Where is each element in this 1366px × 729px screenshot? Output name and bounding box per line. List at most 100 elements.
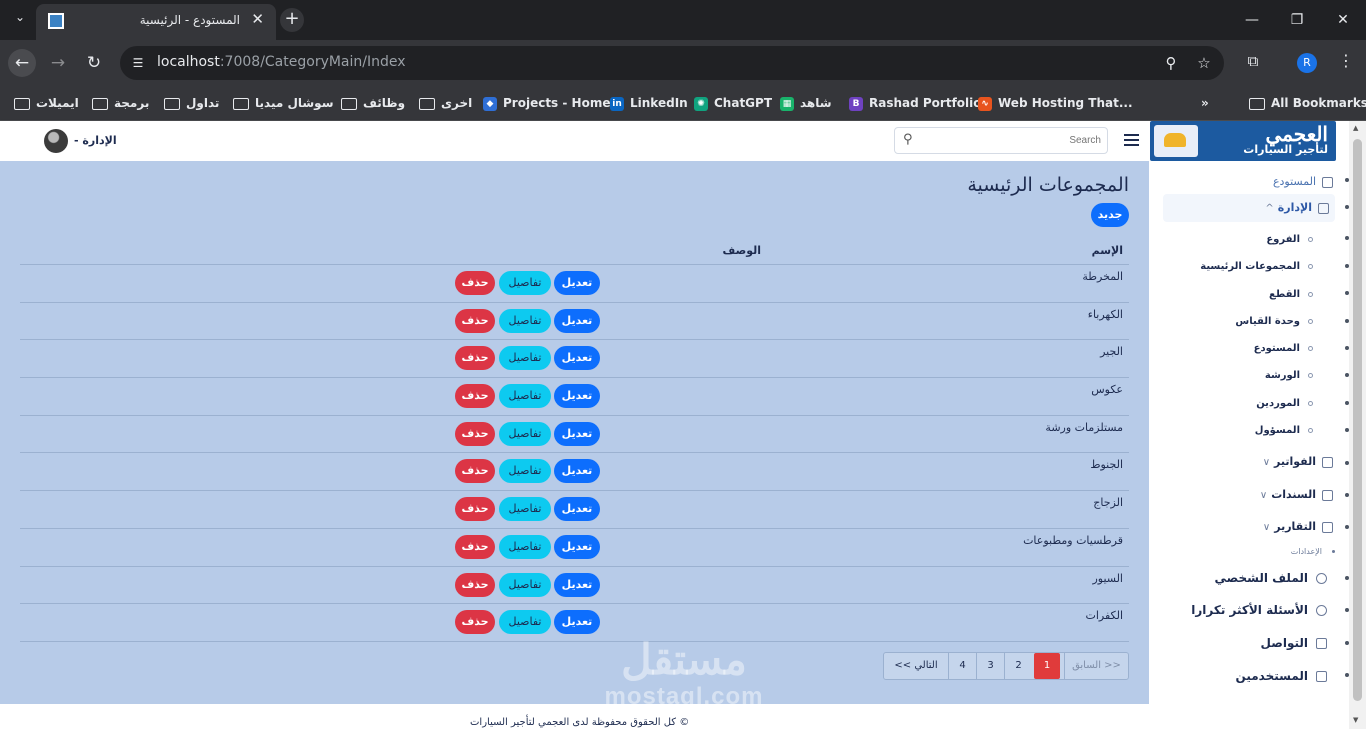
- bookmark-folder[interactable]: اخرى: [419, 92, 472, 114]
- bookmark-folder[interactable]: ايميلات: [14, 92, 79, 114]
- new-tab-button[interactable]: +: [280, 8, 304, 32]
- edit-button[interactable]: تعديل: [554, 572, 600, 597]
- bookmark-link[interactable]: ▦ شاهد: [780, 92, 832, 114]
- categories-table: الإسم الوصف المخرطة تعديل تفاصيل حذف الكهربا…: [20, 239, 1129, 642]
- details-button[interactable]: تفاصيل: [499, 271, 551, 295]
- forward-button[interactable]: →: [44, 49, 72, 77]
- delete-button[interactable]: حذف: [455, 497, 495, 522]
- url-text[interactable]: localhost:7008/CategoryMain/Index: [157, 54, 406, 70]
- close-window-button[interactable]: ✕: [1331, 8, 1355, 32]
- pagination-page-2[interactable]: 2: [1004, 653, 1032, 679]
- tab-search-chevron-icon[interactable]: ⌄: [8, 10, 32, 30]
- details-button[interactable]: تفاصيل: [499, 497, 551, 522]
- sidebar-item-reports[interactable]: التقارير∨: [1263, 516, 1333, 538]
- bookmarks-overflow-icon[interactable]: »: [1201, 92, 1209, 114]
- delete-button[interactable]: حذف: [455, 308, 495, 333]
- sidebar-subitem-responsible[interactable]: المسؤول: [1255, 421, 1313, 441]
- edit-button[interactable]: تعديل: [554, 421, 600, 446]
- sidebar-subitem-main-groups[interactable]: المجموعات الرئيسية: [1200, 257, 1313, 277]
- bookmark-link[interactable]: ✺ ChatGPT: [694, 92, 772, 114]
- reload-button[interactable]: ↻: [80, 49, 108, 77]
- sidebar-item-profile[interactable]: الملف الشخصي: [1215, 566, 1327, 590]
- details-button[interactable]: تفاصيل: [499, 384, 551, 409]
- back-button[interactable]: ←: [8, 49, 36, 77]
- scrollbar-thumb[interactable]: [1353, 139, 1362, 701]
- edit-button[interactable]: تعديل: [554, 308, 600, 333]
- sidebar-item-warehouse-top[interactable]: المستودع: [1273, 171, 1333, 193]
- close-tab-icon[interactable]: ✕: [251, 10, 264, 28]
- pagination-prev[interactable]: << السابق: [1064, 653, 1128, 679]
- details-button[interactable]: تفاصيل: [499, 534, 551, 559]
- document-icon: [1322, 456, 1333, 468]
- address-bar[interactable]: ☰ localhost:7008/CategoryMain/Index ⚲ ☆: [120, 46, 1224, 80]
- details-button[interactable]: تفاصيل: [499, 459, 551, 484]
- edit-button[interactable]: تعديل: [554, 497, 600, 522]
- scroll-down-arrow-icon[interactable]: ▼: [1353, 716, 1358, 724]
- category-name: الجنوط: [1090, 458, 1123, 472]
- pagination-page-3[interactable]: 3: [976, 653, 1004, 679]
- browser-menu-icon[interactable]: ⋮: [1336, 51, 1356, 73]
- pagination-page-4[interactable]: 4: [948, 653, 976, 679]
- delete-button[interactable]: حذف: [455, 572, 495, 597]
- bookmark-star-icon[interactable]: ☆: [1194, 53, 1214, 73]
- folder-icon: [233, 97, 249, 110]
- profile-avatar[interactable]: R: [1297, 53, 1317, 73]
- details-button[interactable]: تفاصيل: [499, 308, 551, 333]
- search-input[interactable]: [923, 131, 1101, 150]
- sidebar-subitem-parts[interactable]: القطع: [1269, 285, 1313, 305]
- sidebar-subitem-suppliers[interactable]: الموردين: [1256, 394, 1313, 414]
- sidebar-subitem-branches[interactable]: الفروع: [1266, 230, 1313, 250]
- delete-button[interactable]: حذف: [455, 346, 495, 371]
- edit-button[interactable]: تعديل: [554, 346, 600, 371]
- bookmark-link[interactable]: ◆ Projects - Home: [483, 92, 610, 114]
- details-button[interactable]: تفاصيل: [499, 610, 551, 635]
- edit-button[interactable]: تعديل: [554, 459, 600, 484]
- minimize-button[interactable]: —: [1240, 8, 1264, 32]
- sidebar-item-faq[interactable]: الأسئلة الأكثر تكرارا: [1191, 598, 1327, 622]
- browser-tab-active[interactable]: المستودع - الرئيسية ✕: [36, 4, 276, 40]
- hamburger-menu-icon[interactable]: [1124, 134, 1139, 147]
- sidebar-item-invoices[interactable]: الفواتير∨: [1263, 451, 1333, 473]
- details-button[interactable]: تفاصيل: [499, 572, 551, 597]
- all-bookmarks-folder[interactable]: All Bookmarks: [1249, 92, 1366, 114]
- edit-button[interactable]: تعديل: [554, 271, 600, 295]
- delete-button[interactable]: حذف: [455, 271, 495, 295]
- sidebar-item-vouchers[interactable]: السندات∨: [1260, 484, 1333, 506]
- bookmark-link[interactable]: in LinkedIn: [610, 92, 688, 114]
- pagination-page-1[interactable]: 1: [1034, 653, 1060, 679]
- page-scrollbar[interactable]: ▲ ▼: [1349, 121, 1366, 729]
- details-button[interactable]: تفاصيل: [499, 421, 551, 446]
- bookmark-folder[interactable]: سوشال ميديا: [233, 92, 334, 114]
- bookmark-folder[interactable]: وظائف: [341, 92, 405, 114]
- edit-button[interactable]: تعديل: [554, 610, 600, 635]
- bookmark-folder[interactable]: برمجة: [92, 92, 149, 114]
- delete-button[interactable]: حذف: [455, 459, 495, 484]
- bookmark-link[interactable]: ∿ Web Hosting That...: [978, 92, 1133, 114]
- search-icon[interactable]: ⚲: [903, 133, 917, 147]
- sidebar-subitem-unit[interactable]: وحدة القياس: [1235, 312, 1313, 332]
- scroll-up-arrow-icon[interactable]: ▲: [1353, 124, 1358, 132]
- edit-button[interactable]: تعديل: [554, 384, 600, 409]
- restore-button[interactable]: ❐: [1285, 8, 1309, 32]
- delete-button[interactable]: حذف: [455, 421, 495, 446]
- zoom-search-icon[interactable]: ⚲: [1161, 53, 1181, 73]
- delete-button[interactable]: حذف: [455, 610, 495, 635]
- extensions-icon[interactable]: ⧉: [1242, 52, 1264, 74]
- site-info-icon[interactable]: ☰: [128, 53, 148, 73]
- pagination-next[interactable]: التالي >>: [884, 653, 948, 679]
- bookmark-link[interactable]: B Rashad Portfolio: [849, 92, 982, 114]
- avatar[interactable]: [44, 129, 68, 153]
- sidebar-subitem-workshop[interactable]: الورشة: [1265, 366, 1313, 386]
- delete-button[interactable]: حذف: [455, 534, 495, 559]
- delete-button[interactable]: حذف: [455, 384, 495, 409]
- details-button[interactable]: تفاصيل: [499, 346, 551, 371]
- brand-logo[interactable]: العجمي لتأجير السيارات: [1150, 121, 1336, 161]
- new-button[interactable]: جديد: [1091, 203, 1129, 227]
- sidebar-subitem-warehouse[interactable]: المستودع: [1254, 339, 1313, 359]
- edit-button[interactable]: تعديل: [554, 534, 600, 559]
- sidebar-item-admin[interactable]: الإدارة^: [1163, 194, 1335, 222]
- sidebar-item-users[interactable]: المستخدمين: [1236, 664, 1327, 688]
- sidebar-item-contact[interactable]: التواصل: [1261, 631, 1327, 655]
- user-name[interactable]: الإدارة -: [74, 134, 117, 147]
- bookmark-folder[interactable]: تداول: [164, 92, 219, 114]
